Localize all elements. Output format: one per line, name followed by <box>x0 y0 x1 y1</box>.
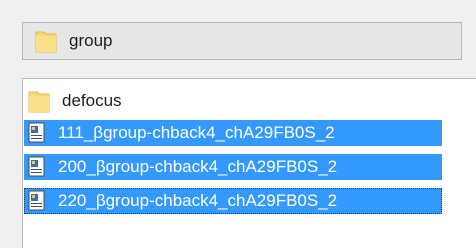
list-item-label: 220_βgroup-chback4_chA29FB0S_2 <box>58 191 338 210</box>
list-item-label: 111_βgroup-chback4_chA29FB0S_2 <box>58 123 335 142</box>
list-item-label: 200_βgroup-chback4_chA29FB0S_2 <box>58 157 338 176</box>
list-item[interactable]: 111_βgroup-chback4_chA29FB0S_2 <box>24 120 442 146</box>
document-image-icon <box>26 190 48 212</box>
folder-icon <box>28 89 50 113</box>
current-folder-label: group <box>69 31 113 50</box>
list-item-label: defocus <box>62 91 122 110</box>
file-dialog: group defocus 111_βgroup-chback4_chA29FB… <box>0 0 476 248</box>
folder-path-box[interactable]: group <box>22 22 462 60</box>
list-item[interactable]: 220_βgroup-chback4_chA29FB0S_2 <box>24 188 442 214</box>
list-item[interactable]: defocus <box>28 88 122 114</box>
list-item[interactable]: 200_βgroup-chback4_chA29FB0S_2 <box>24 154 442 180</box>
file-list[interactable]: defocus 111_βgroup-chback4_chA29FB0S_2 2… <box>22 78 476 248</box>
document-image-icon <box>26 156 48 178</box>
folder-icon <box>35 29 57 53</box>
document-image-icon <box>26 122 48 144</box>
